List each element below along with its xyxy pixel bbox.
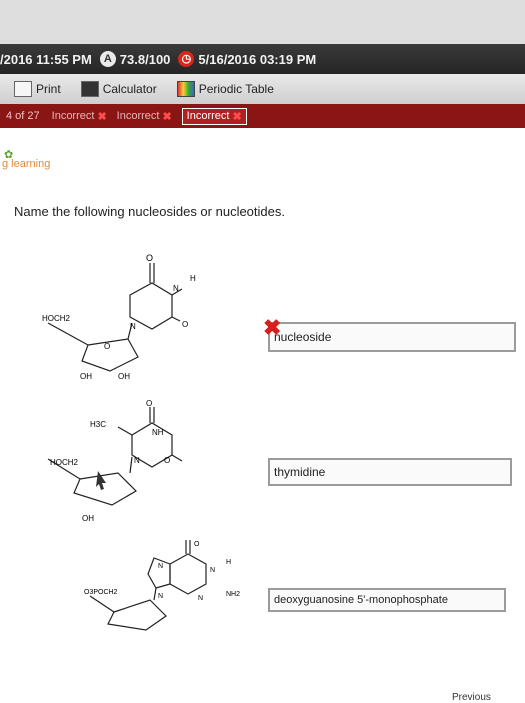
calculator-icon (80, 81, 99, 97)
s2-oh: OH (82, 514, 94, 523)
tab-label: Incorrect (51, 110, 95, 122)
structure-1: O N H O N HOCH2 O OH OH (42, 253, 196, 381)
s2-o-right: O (164, 456, 170, 465)
tab-incorrect-1[interactable]: Incorrect ✖ (52, 110, 107, 123)
status-bar: /2016 11:55 PM A 73.8/100 ◷ 5/16/2016 03… (0, 44, 525, 74)
s1-oh2: OH (118, 372, 130, 381)
s1-h: H (190, 274, 196, 283)
calculator-button[interactable]: Calculator (80, 81, 157, 97)
periodic-table-button[interactable]: Periodic Table (176, 81, 274, 97)
start-time: /2016 11:55 PM (0, 51, 92, 67)
s3-n2: N (210, 567, 215, 574)
s2-h3c: H3C (90, 420, 106, 429)
calculator-label: Calculator (102, 82, 157, 96)
structure-2: O H3C NH O N HOCH2 OH (47, 399, 183, 523)
s1-oh1: OH (80, 372, 92, 381)
s3-n4: N (198, 595, 203, 602)
s3-n3: N (158, 593, 163, 600)
answer-field-2[interactable]: thymidine (268, 458, 512, 486)
question-text: Name the following nucleosides or nucleo… (14, 204, 285, 219)
question-position: 4 of 27 (6, 110, 40, 122)
due-group: ◷ 5/16/2016 03:19 PM (178, 51, 316, 67)
s1-o-right: O (182, 320, 188, 329)
x-icon: ✖ (97, 110, 107, 123)
s3-o3poch2: O3POCH2 (84, 589, 118, 596)
s1-n2: N (173, 284, 179, 293)
tab-label: Incorrect (116, 110, 160, 122)
tab-incorrect-3[interactable]: Incorrect ✖ (181, 107, 247, 125)
periodic-table-icon (176, 81, 195, 97)
previous-link[interactable]: Previous (452, 692, 491, 703)
printer-icon (14, 81, 32, 97)
tab-incorrect-2[interactable]: Incorrect ✖ (117, 110, 172, 123)
s3-o-top: O (194, 541, 200, 548)
s1-o-ring: O (104, 342, 110, 351)
print-button[interactable]: Print (14, 81, 61, 97)
answer-text-1: nucleoside (274, 330, 332, 344)
s3-n1: N (158, 563, 163, 570)
x-icon: ✖ (232, 110, 242, 123)
toolbar: Print Calculator Periodic Table (0, 74, 525, 104)
cursor-icon (96, 471, 106, 490)
s1-hoch2: HOCH2 (42, 314, 71, 323)
brand-logo: g learning (2, 158, 51, 170)
s3-h: H (226, 559, 231, 566)
answer-field-1[interactable]: nucleoside (268, 322, 516, 352)
periodic-table-label: Periodic Table (198, 82, 274, 96)
s1-n1: N (130, 322, 136, 331)
browser-top (0, 0, 525, 50)
question-tabs: 4 of 27 Incorrect ✖ Incorrect ✖ Incorrect ✖ (0, 104, 525, 128)
score-group: A 73.8/100 (99, 51, 171, 67)
answer-text-3: deoxyguanosine 5'-monophosphate (274, 594, 448, 606)
answer-text-2: thymidine (274, 465, 326, 479)
leaf-icon: ✿ (4, 149, 14, 161)
score-value: 73.8/100 (119, 51, 171, 67)
structure-3: O H N N N N NH2 O3POCH2 (84, 540, 240, 631)
print-label: Print (36, 82, 61, 96)
s2-n: N (134, 456, 140, 465)
grade-icon: A (99, 51, 116, 67)
x-icon: ✖ (162, 110, 172, 123)
answer-field-3[interactable]: deoxyguanosine 5'-monophosphate (268, 588, 506, 612)
tab-label: Incorrect (186, 110, 230, 122)
incorrect-x-icon: ✖ (263, 315, 282, 340)
s2-o-top: O (146, 399, 152, 408)
s2-hoch2: HOCH2 (50, 458, 79, 467)
clock-icon: ◷ (178, 51, 195, 67)
due-date: 5/16/2016 03:19 PM (198, 51, 317, 67)
s2-nh: NH (152, 428, 164, 437)
s1-o-top: O (146, 253, 153, 263)
s3-nh2: NH2 (226, 591, 240, 598)
